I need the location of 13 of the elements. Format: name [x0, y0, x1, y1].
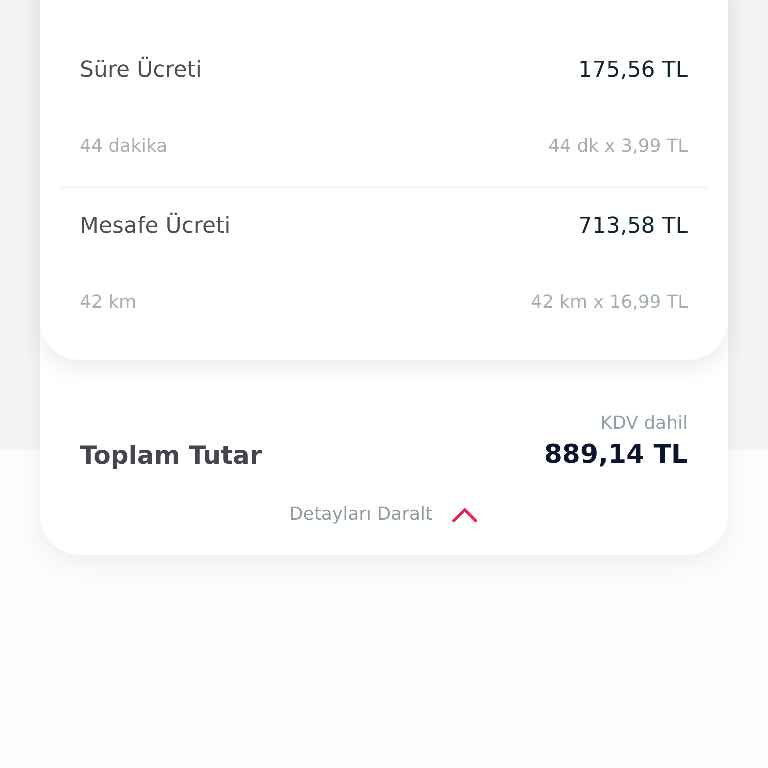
chevron-up-icon [450, 506, 479, 522]
fee-label: Mesafe Ücreti [80, 214, 231, 239]
fee-amount: 175,56 TL [578, 58, 688, 83]
total-label: Toplam Tutar [80, 441, 262, 470]
fee-detail: 44 dakika [80, 136, 168, 157]
fee-calculation: 42 km x 16,99 TL [531, 292, 688, 313]
total-amount: 889,14 TL [544, 440, 688, 470]
tax-note: KDV dahil [600, 413, 688, 434]
fee-calculation: 44 dk x 3,99 TL [548, 136, 688, 157]
fee-amount: 713,58 TL [578, 214, 688, 239]
fee-label: Süre Ücreti [80, 58, 202, 83]
fee-detail: 42 km [80, 292, 137, 313]
collapse-details-button[interactable]: Detayları Daralt [281, 500, 487, 529]
